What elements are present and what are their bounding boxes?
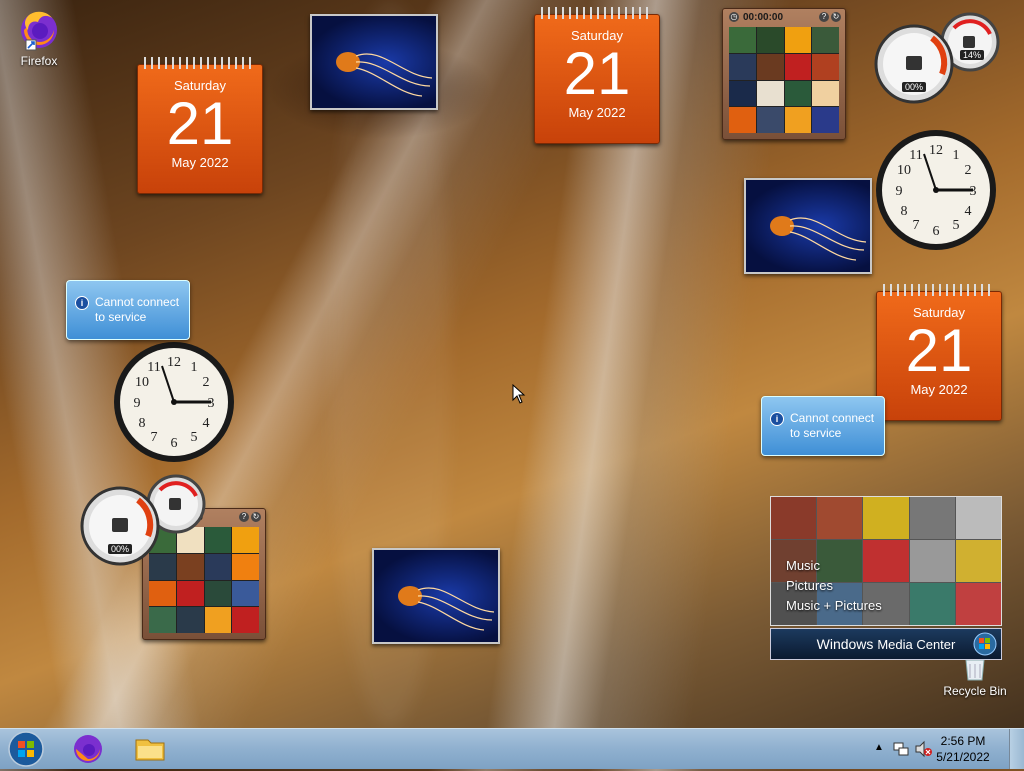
info-icon: i: [770, 412, 784, 426]
menu-item-pictures[interactable]: Pictures: [786, 576, 882, 596]
mouse-cursor-icon: [512, 384, 526, 404]
firefox-icon: [74, 735, 102, 763]
svg-text:4: 4: [203, 416, 210, 431]
recycle-bin-label: Recycle Bin: [943, 684, 1007, 698]
calendar-gadget[interactable]: Saturday 21 May 2022: [534, 7, 660, 144]
svg-text:12: 12: [167, 355, 181, 370]
calendar-month: May 2022: [568, 105, 626, 120]
taskbar-firefox-button[interactable]: [62, 732, 114, 766]
memory-percent: 14%: [960, 50, 985, 60]
svg-text:8: 8: [901, 204, 908, 219]
firefox-icon: [21, 11, 57, 51]
cpu-percent: 00%: [902, 82, 927, 92]
jellyfish-image: [336, 52, 433, 97]
svg-text:1: 1: [191, 360, 198, 375]
svg-text:2: 2: [965, 163, 972, 178]
svg-text:10: 10: [897, 163, 911, 178]
svg-text:6: 6: [171, 436, 178, 451]
recycle-bin-icon: [965, 659, 985, 681]
slideshow-gadget[interactable]: [310, 14, 438, 110]
calendar-date: 21: [563, 40, 631, 107]
puzzle-grid[interactable]: [729, 27, 839, 133]
svg-text:12: 12: [929, 143, 943, 158]
clock-time: 2:56 PM: [940, 734, 986, 748]
svg-text:2: 2: [203, 375, 210, 390]
media-center-banner[interactable]: Windows Media Center: [770, 628, 1002, 660]
weather-error-line1: Cannot connect: [790, 411, 875, 425]
show-hidden-icons-icon[interactable]: ▲: [874, 742, 884, 753]
desktop: Firefox Recycle Bin Saturday 21 May 2022…: [0, 0, 1024, 728]
svg-text:9: 9: [896, 184, 903, 199]
calendar-rings: [541, 7, 653, 19]
jellyfish-image: [398, 586, 495, 631]
svg-text:7: 7: [151, 430, 158, 445]
start-button[interactable]: [6, 729, 46, 769]
calendar-gadget[interactable]: Saturday 21 May 2022: [876, 284, 1002, 421]
calendar-date: 21: [905, 317, 973, 384]
puzzle-timer: 00:00:00: [743, 11, 784, 23]
weather-error-line2: to service: [95, 310, 147, 324]
timer-icon: ◷: [729, 12, 739, 22]
svg-text:1: 1: [953, 148, 960, 163]
shuffle-icon[interactable]: ↻: [831, 12, 841, 22]
taskbar: ▲ 2:56 PM 5/21/2022: [0, 728, 1024, 769]
analog-clock-gadget[interactable]: 12123 4567 891011: [112, 340, 236, 464]
folder-icon: [135, 739, 165, 761]
info-icon: i: [75, 296, 89, 310]
svg-text:6: 6: [933, 224, 940, 239]
clock-date: 5/21/2022: [936, 750, 990, 764]
slideshow-gadget[interactable]: [744, 178, 872, 274]
brand-suffix: Media Center: [877, 637, 956, 652]
taskbar-explorer-button[interactable]: [124, 732, 176, 766]
calendar-date: 21: [166, 90, 234, 157]
svg-text:4: 4: [965, 204, 972, 219]
weather-gadget[interactable]: i Cannot connect to service: [761, 396, 885, 456]
calendar-rings: [144, 57, 256, 69]
calendar-gadget[interactable]: Saturday 21 May 2022: [137, 57, 263, 194]
firefox-icon-label: Firefox: [20, 54, 58, 68]
media-center-menu: Music Pictures Music + Pictures: [786, 556, 882, 616]
windows-logo-icon: [973, 632, 997, 656]
svg-text:8: 8: [139, 416, 146, 431]
help-icon[interactable]: ?: [819, 12, 829, 22]
system-tray: ▲ 2:56 PM 5/21/2022: [864, 729, 1024, 769]
menu-item-music-pictures[interactable]: Music + Pictures: [786, 596, 882, 616]
svg-text:10: 10: [135, 375, 149, 390]
weather-error-line1: Cannot connect: [95, 295, 180, 309]
slideshow-gadget[interactable]: [372, 548, 500, 644]
calendar-rings: [883, 284, 995, 296]
weather-error-message: Cannot connect to service: [95, 295, 179, 325]
svg-text:9: 9: [134, 396, 141, 411]
media-center-gadget[interactable]: Music Pictures Music + Pictures Windows …: [770, 496, 1002, 660]
svg-text:5: 5: [191, 430, 198, 445]
picture-puzzle-gadget[interactable]: ◷ 00:00:00 ? ↻: [722, 8, 846, 140]
network-icon[interactable]: [892, 740, 910, 758]
firefox-desktop-icon[interactable]: Firefox: [4, 6, 74, 68]
weather-error-line2: to service: [790, 426, 842, 440]
brand-prefix: Windows: [816, 636, 874, 652]
svg-text:11: 11: [909, 148, 922, 163]
calendar-month: May 2022: [171, 155, 229, 170]
analog-clock-gadget[interactable]: 12123 4567 891011: [874, 128, 998, 252]
show-desktop-button[interactable]: [1009, 729, 1024, 769]
weather-gadget[interactable]: i Cannot connect to service: [66, 280, 190, 340]
svg-text:5: 5: [953, 218, 960, 233]
menu-item-music[interactable]: Music: [786, 556, 882, 576]
svg-text:11: 11: [147, 360, 160, 375]
puzzle-toolbar: ◷ 00:00:00 ? ↻: [723, 9, 845, 25]
svg-text:7: 7: [913, 218, 920, 233]
jellyfish-image: [770, 216, 867, 261]
calendar-month: May 2022: [910, 382, 968, 397]
shuffle-icon[interactable]: ↻: [251, 512, 261, 522]
taskbar-clock[interactable]: 2:56 PM 5/21/2022: [928, 733, 998, 765]
cpu-gauge-graphic: [80, 474, 206, 566]
cpu-meter-gadget[interactable]: 00%: [80, 470, 206, 566]
cpu-meter-gadget[interactable]: 00% 14%: [874, 8, 1000, 104]
weather-error-message: Cannot connect to service: [790, 411, 874, 441]
cpu-percent: 00%: [108, 544, 133, 554]
recycle-bin-desktop-icon[interactable]: Recycle Bin: [940, 658, 1010, 698]
help-icon[interactable]: ?: [239, 512, 249, 522]
